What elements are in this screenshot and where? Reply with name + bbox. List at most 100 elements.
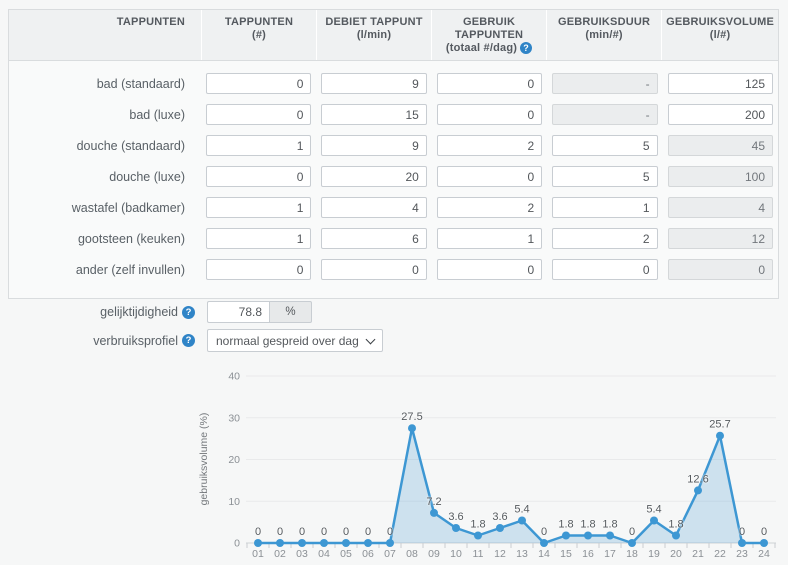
header-label: TAPPUNTEN: [117, 16, 185, 28]
input-bad-luxe-gebruiksvolume[interactable]: [668, 104, 773, 125]
input-douche-standaard-aantal[interactable]: [206, 135, 311, 156]
input-douche-standaard-gebruiksduur[interactable]: [552, 135, 657, 156]
input-bad-standaard-gebruiksduur: [552, 73, 657, 94]
table-row: douche (standaard): [9, 130, 778, 161]
chart-point: [474, 532, 482, 540]
x-tick-label: 23: [736, 548, 748, 560]
chart-point: [760, 539, 768, 547]
input-douche-luxe-gebruiksduur[interactable]: [552, 166, 657, 187]
chart-point: [584, 532, 592, 540]
col-header-gebruik-tappunten: GEBRUIK TAPPUNTEN (totaal #/dag): [431, 10, 546, 60]
header-label: TAPPUNTEN: [225, 16, 293, 28]
x-tick-label: 20: [670, 548, 682, 560]
input-gootsteen-keuken-gebruik[interactable]: [437, 228, 542, 249]
col-header-debiet-tappunt: DEBIET TAPPUNT (l/min): [316, 10, 431, 60]
input-douche-luxe-aantal[interactable]: [206, 166, 311, 187]
y-axis-title: gebruiksvolume (%): [198, 413, 210, 506]
input-douche-luxe-gebruiksvolume: [668, 166, 773, 187]
chart-point: [606, 532, 614, 540]
input-douche-standaard-gebruik[interactable]: [437, 135, 542, 156]
x-tick-label: 11: [473, 548, 484, 560]
input-douche-luxe-gebruik[interactable]: [437, 166, 542, 187]
data-label: 0: [343, 526, 349, 538]
input-bad-standaard-aantal[interactable]: [206, 73, 311, 94]
input-bad-standaard-gebruik[interactable]: [437, 73, 542, 94]
row-label-bad-standaard: bad (standaard): [9, 77, 201, 91]
chart-point: [320, 539, 328, 547]
input-bad-luxe-gebruiksduur: [552, 104, 657, 125]
data-label: 25.7: [709, 419, 730, 431]
input-bad-luxe-debiet[interactable]: [321, 104, 426, 125]
chart-point: [672, 532, 680, 540]
area-fill: [258, 428, 764, 543]
verbruiksprofiel-select[interactable]: normaal gespreid over dag: [207, 329, 383, 352]
input-bad-standaard-gebruiksvolume[interactable]: [668, 73, 773, 94]
x-tick-label: 14: [538, 548, 550, 560]
table-row: bad (standaard): [9, 68, 778, 99]
tappunten-table: TAPPUNTEN TAPPUNTEN (#) DEBIET TAPPUNT (…: [8, 9, 779, 299]
row-label-wastafel-badkamer: wastafel (badkamer): [9, 201, 201, 215]
col-header-gebruiksduur: GEBRUIKSDUUR (min/#): [546, 10, 661, 60]
chart-point: [562, 532, 570, 540]
input-ander-zelf-invullen-aantal[interactable]: [206, 259, 311, 280]
water-usage-calculator: { "colors": { "accent_blue": "#3d97d3", …: [0, 0, 788, 565]
chart-point: [430, 509, 438, 517]
data-label: 0: [761, 526, 767, 538]
col-header-gebruiksvolume: GEBRUIKSVOLUME (l/#): [661, 10, 778, 60]
help-icon[interactable]: [182, 306, 195, 319]
input-douche-standaard-debiet[interactable]: [321, 135, 426, 156]
table-row: wastafel (badkamer): [9, 192, 778, 223]
input-douche-luxe-debiet[interactable]: [321, 166, 426, 187]
table-row: douche (luxe): [9, 161, 778, 192]
data-label: 0: [299, 526, 305, 538]
chart-point: [518, 517, 526, 525]
help-icon[interactable]: [182, 334, 195, 347]
x-tick-label: 24: [758, 548, 770, 560]
input-wastafel-badkamer-gebruik[interactable]: [437, 197, 542, 218]
x-tick-label: 07: [384, 548, 396, 560]
input-ander-zelf-invullen-gebruiksduur[interactable]: [552, 259, 657, 280]
input-wastafel-badkamer-gebruiksduur[interactable]: [552, 197, 657, 218]
chart-point: [496, 524, 504, 532]
help-icon[interactable]: [520, 42, 532, 54]
x-tick-label: 03: [296, 548, 308, 560]
input-gootsteen-keuken-debiet[interactable]: [321, 228, 426, 249]
input-ander-zelf-invullen-debiet[interactable]: [321, 259, 426, 280]
x-tick-label: 06: [362, 548, 374, 560]
header-label: GEBRUIK TAPPUNTEN: [455, 16, 523, 41]
x-tick-label: 04: [318, 548, 330, 560]
table-header: TAPPUNTEN TAPPUNTEN (#) DEBIET TAPPUNT (…: [9, 10, 778, 61]
chart-point: [298, 539, 306, 547]
input-bad-luxe-gebruik[interactable]: [437, 104, 542, 125]
input-wastafel-badkamer-debiet[interactable]: [321, 197, 426, 218]
row-label-bad-luxe: bad (luxe): [9, 108, 201, 122]
data-label: 0: [365, 526, 371, 538]
data-label: 1.8: [580, 519, 595, 531]
data-label: 7.2: [426, 496, 441, 508]
data-label: 3.6: [492, 511, 507, 523]
input-wastafel-badkamer-aantal[interactable]: [206, 197, 311, 218]
x-tick-label: 02: [274, 548, 286, 560]
usage-profile-chart: 0102030400102030405060708091011121314151…: [0, 359, 788, 565]
row-label-douche-luxe: douche (luxe): [9, 170, 201, 184]
input-bad-luxe-aantal[interactable]: [206, 104, 311, 125]
chart-point: [254, 539, 262, 547]
y-tick-label: 0: [234, 538, 240, 550]
data-label: 0: [541, 526, 547, 538]
data-label: 1.8: [668, 519, 683, 531]
input-wastafel-badkamer-gebruiksvolume: [668, 197, 773, 218]
gelijktijdigheid-input[interactable]: [207, 301, 269, 323]
gelijktijdigheid-label: gelijktijdigheid: [0, 305, 178, 319]
input-bad-standaard-debiet[interactable]: [321, 73, 426, 94]
input-gootsteen-keuken-aantal[interactable]: [206, 228, 311, 249]
col-header-tappunten: TAPPUNTEN: [9, 10, 201, 60]
row-label-ander-zelf-invullen: ander (zelf invullen): [9, 263, 201, 277]
data-label: 12.6: [687, 473, 708, 485]
header-label: DEBIET TAPPUNT: [325, 16, 422, 28]
input-gootsteen-keuken-gebruiksduur[interactable]: [552, 228, 657, 249]
x-tick-label: 10: [450, 548, 462, 560]
input-gootsteen-keuken-gebruiksvolume: [668, 228, 773, 249]
chart-point: [386, 539, 394, 547]
input-ander-zelf-invullen-gebruik[interactable]: [437, 259, 542, 280]
row-label-gootsteen-keuken: gootsteen (keuken): [9, 232, 201, 246]
